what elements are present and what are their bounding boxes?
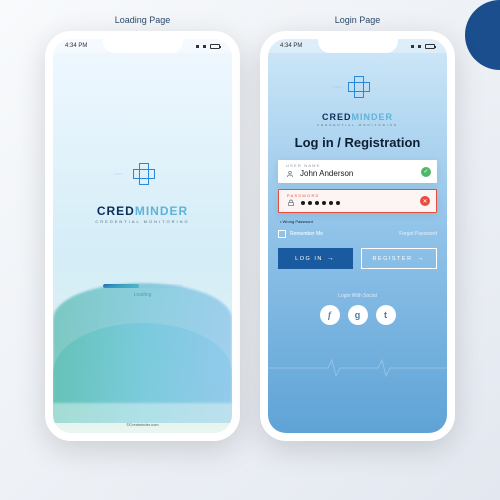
logo-block: CREDMINDER CREDENTIAL MONITORING (268, 71, 447, 127)
ekg-background-icon (268, 358, 448, 378)
login-form: USER NAME John Anderson ✓ PASSWORD (268, 160, 447, 325)
password-label: PASSWORD (287, 193, 428, 198)
brand-tagline: CREDENTIAL MONITORING (268, 123, 447, 127)
password-field[interactable]: PASSWORD ✕ (278, 189, 437, 213)
twitter-login-button[interactable]: t (376, 305, 396, 325)
credminder-logo-icon (123, 153, 163, 193)
username-field[interactable]: USER NAME John Anderson ✓ (278, 160, 437, 183)
loading-page-label: Loading Page (45, 15, 240, 25)
copyright-footer: ©Credminder.com (53, 422, 232, 427)
google-icon: g (355, 310, 361, 320)
logo-block: CREDMINDER CREDENTIAL MONITORING (53, 153, 232, 224)
signal-icon (411, 45, 414, 48)
loading-screen-column: Loading Page 4:34 PM CRED (45, 15, 240, 441)
facebook-icon: f (328, 310, 331, 320)
error-message: • Wrong Password (280, 219, 437, 224)
ekg-line-icon (333, 86, 343, 88)
checkbox-icon (278, 230, 286, 238)
twitter-icon: t (384, 310, 387, 320)
status-time: 4:34 PM (280, 43, 302, 49)
check-icon: ✓ (421, 167, 431, 177)
username-value: John Anderson (300, 169, 353, 178)
phone-notch (103, 39, 183, 53)
login-screen-column: Login Page 4:34 PM CREDMI (260, 15, 455, 441)
forgot-password-link[interactable]: Forgot Password (399, 231, 437, 237)
battery-icon (425, 44, 435, 49)
page-title: Log in / Registration (268, 135, 447, 150)
facebook-login-button[interactable]: f (320, 305, 340, 325)
wifi-icon (203, 45, 206, 48)
register-button[interactable]: REGISTER → (361, 248, 438, 269)
remember-me-checkbox[interactable]: Remember Me (278, 230, 323, 238)
phone-notch (318, 39, 398, 53)
error-x-icon: ✕ (420, 196, 430, 206)
phone-frame-login: 4:34 PM CREDMINDER CREDENTIAL MONITORING (260, 31, 455, 441)
ekg-line-icon (113, 173, 123, 175)
username-label: USER NAME (286, 163, 429, 168)
google-login-button[interactable]: g (348, 305, 368, 325)
arrow-right-icon: → (417, 255, 426, 262)
credminder-logo-icon (343, 71, 373, 101)
status-time: 4:34 PM (65, 43, 87, 49)
brand-tagline: CREDENTIAL MONITORING (53, 219, 232, 224)
wave-decoration-2 (53, 323, 232, 423)
brand-name: CREDMINDER (53, 204, 232, 218)
user-icon (286, 170, 294, 178)
login-page-label: Login Page (260, 15, 455, 25)
brand-name: CREDMINDER (268, 112, 447, 122)
wifi-icon (418, 45, 421, 48)
battery-icon (210, 44, 220, 49)
lock-icon (287, 199, 295, 207)
arrow-right-icon: → (327, 255, 336, 262)
login-button[interactable]: LOG IN → (278, 248, 353, 269)
phone-frame-loading: 4:34 PM CREDMINDER CREDENTIAL MONITORING (45, 31, 240, 441)
signal-icon (196, 45, 199, 48)
password-dots (301, 201, 340, 205)
social-login-label: Login With Social (278, 293, 437, 299)
